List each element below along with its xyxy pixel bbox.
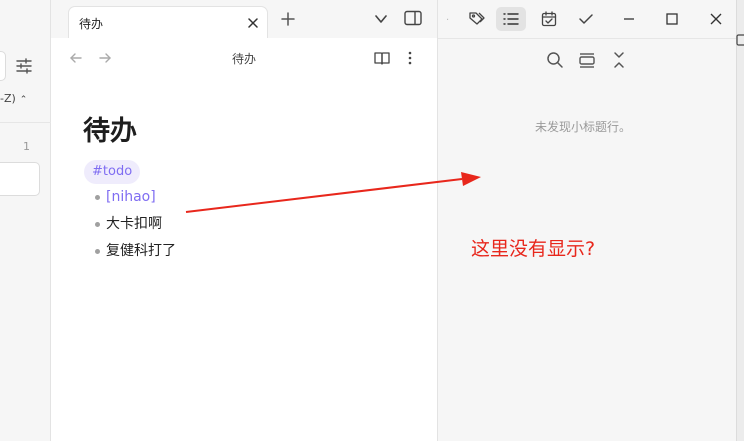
annotation-text: 这里没有显示? bbox=[471, 238, 596, 260]
annotation-arrow bbox=[185, 172, 481, 213]
